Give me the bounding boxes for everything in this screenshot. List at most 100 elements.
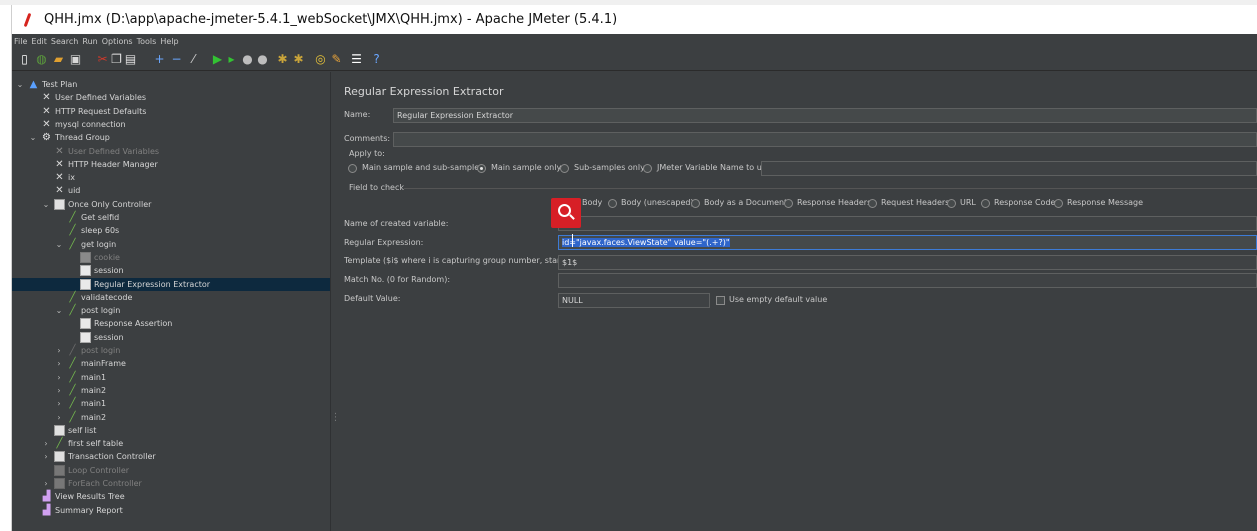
- chevron-down-icon[interactable]: ⌄: [16, 78, 24, 91]
- chevron-right-icon[interactable]: ›: [55, 384, 63, 397]
- field-to-check-option-label: Response Code: [994, 198, 1056, 207]
- field-to-check-radio[interactable]: [784, 199, 793, 208]
- field-to-check-radio[interactable]: [981, 199, 990, 208]
- tree-node[interactable]: ⌄ ╱ post login: [12, 304, 330, 317]
- new-icon[interactable]: ▯: [18, 53, 31, 66]
- tree-node[interactable]: ✕ User Defined Variables: [12, 145, 330, 158]
- tree-node[interactable]: session: [12, 264, 330, 277]
- field-to-check-radio[interactable]: [1054, 199, 1063, 208]
- chevron-down-icon[interactable]: ⌄: [55, 238, 63, 251]
- match-no-input[interactable]: [558, 273, 1257, 288]
- background-window-edge: [0, 5, 12, 531]
- stop-icon[interactable]: ●: [241, 53, 254, 66]
- tree-node[interactable]: › ╱ main1: [12, 397, 330, 410]
- tree-node[interactable]: ▟ Summary Report: [12, 504, 330, 517]
- field-to-check-radio[interactable]: [868, 199, 877, 208]
- apply-to-radio[interactable]: [560, 164, 569, 173]
- menu-file[interactable]: File: [14, 37, 27, 46]
- tree-node[interactable]: Loop Controller: [12, 464, 330, 477]
- chevron-right-icon[interactable]: ›: [55, 397, 63, 410]
- menu-run[interactable]: Run: [82, 37, 97, 46]
- apply-to-radio[interactable]: [477, 164, 486, 173]
- chevron-right-icon[interactable]: ›: [42, 477, 50, 490]
- tree-node[interactable]: Regular Expression Extractor: [12, 277, 330, 291]
- help-icon[interactable]: ?: [370, 53, 383, 66]
- tree-node[interactable]: › Transaction Controller: [12, 450, 330, 463]
- comments-input[interactable]: [393, 132, 1257, 147]
- clear-icon[interactable]: ✱: [276, 53, 289, 66]
- menu-search[interactable]: Search: [51, 37, 78, 46]
- tree-node[interactable]: ✕ User Defined Variables: [12, 91, 330, 104]
- tree-node[interactable]: ╱ validatecode: [12, 291, 330, 304]
- open-icon[interactable]: ▰: [52, 53, 65, 66]
- apply-to-radio[interactable]: [643, 164, 652, 173]
- menu-options[interactable]: Options: [102, 37, 133, 46]
- search-icon[interactable]: ◎: [314, 53, 327, 66]
- reset-search-icon[interactable]: ✎: [330, 53, 343, 66]
- tree-node[interactable]: ✕ ix: [12, 171, 330, 184]
- tree-node[interactable]: ⌄ ╱ get login: [12, 238, 330, 251]
- use-empty-default-checkbox[interactable]: [716, 296, 725, 305]
- tree-node[interactable]: ✕ HTTP Request Defaults: [12, 105, 330, 118]
- field-to-check-radio[interactable]: [691, 199, 700, 208]
- collapse-icon[interactable]: −: [170, 53, 183, 66]
- start-no-pause-icon[interactable]: ▸: [225, 53, 238, 66]
- jmeter-variable-input[interactable]: [761, 161, 1257, 176]
- cut-icon[interactable]: ✂: [96, 53, 109, 66]
- tree-node[interactable]: › ╱ post login: [12, 344, 330, 357]
- menu-tools[interactable]: Tools: [137, 37, 157, 46]
- tree-node[interactable]: › ╱ main2: [12, 411, 330, 424]
- chevron-down-icon[interactable]: ⌄: [55, 304, 63, 317]
- tree-node[interactable]: ⌄ ⚙ Thread Group: [12, 131, 330, 144]
- templates-icon[interactable]: ◍: [35, 53, 48, 66]
- copy-icon[interactable]: ❐: [110, 53, 123, 66]
- template-input[interactable]: $1$: [558, 255, 1257, 270]
- menu-edit[interactable]: Edit: [31, 37, 47, 46]
- apply-to-option-label: Main sample and sub-samples: [362, 163, 484, 172]
- tree-node[interactable]: ╱ Get selfid: [12, 211, 330, 224]
- tree-node[interactable]: Response Assertion: [12, 317, 330, 330]
- tree-node[interactable]: › ╱ mainFrame: [12, 357, 330, 370]
- default-value-input[interactable]: NULL: [558, 293, 710, 308]
- field-to-check-radio[interactable]: [947, 199, 956, 208]
- variable-name-input[interactable]: [558, 216, 1257, 231]
- tree-node[interactable]: session: [12, 331, 330, 344]
- chevron-down-icon[interactable]: ⌄: [29, 131, 37, 144]
- search-overlay-icon[interactable]: [551, 198, 581, 228]
- gear-icon: ⚙: [42, 132, 51, 144]
- chevron-right-icon[interactable]: ›: [55, 357, 63, 370]
- tree-node[interactable]: › ForEach Controller: [12, 477, 330, 490]
- name-input[interactable]: Regular Expression Extractor: [393, 108, 1257, 123]
- chevron-right-icon[interactable]: ›: [55, 371, 63, 384]
- apply-to-radio[interactable]: [348, 164, 357, 173]
- chevron-right-icon[interactable]: ›: [42, 450, 50, 463]
- tree-node[interactable]: › ╱ first self table: [12, 437, 330, 450]
- tree-node[interactable]: ✕ mysql connection: [12, 118, 330, 131]
- paste-icon[interactable]: ▤: [124, 53, 137, 66]
- tree-node-label: main1: [81, 372, 107, 382]
- tree-node[interactable]: › ╱ main1: [12, 371, 330, 384]
- start-icon[interactable]: ▶: [211, 53, 224, 66]
- clear-all-icon[interactable]: ✱: [292, 53, 305, 66]
- menu-help[interactable]: Help: [160, 37, 178, 46]
- tree-node[interactable]: ⌄ Once Only Controller: [12, 198, 330, 211]
- tree-node[interactable]: ▟ View Results Tree: [12, 490, 330, 503]
- tree-node[interactable]: ✕ uid: [12, 184, 330, 197]
- toggle-icon[interactable]: ⁄: [187, 53, 200, 66]
- expand-icon[interactable]: +: [153, 53, 166, 66]
- field-to-check-radio[interactable]: [608, 199, 617, 208]
- tree-node[interactable]: ✕ HTTP Header Manager: [12, 158, 330, 171]
- chevron-right-icon[interactable]: ›: [55, 344, 63, 357]
- save-icon[interactable]: ▣: [69, 53, 82, 66]
- regex-input[interactable]: id="javax.faces.ViewState" value="(.+?)": [558, 235, 1257, 250]
- tree-node[interactable]: cookie: [12, 251, 330, 264]
- tree-node[interactable]: › ╱ main2: [12, 384, 330, 397]
- tree-node[interactable]: ⌄ ▲ Test Plan: [12, 78, 330, 91]
- tree-node[interactable]: self list: [12, 424, 330, 437]
- tree-node[interactable]: ╱ sleep 60s: [12, 224, 330, 237]
- chevron-right-icon[interactable]: ›: [42, 437, 50, 450]
- chevron-right-icon[interactable]: ›: [55, 411, 63, 424]
- shutdown-icon[interactable]: ●: [256, 53, 269, 66]
- chevron-down-icon[interactable]: ⌄: [42, 198, 50, 211]
- function-helper-icon[interactable]: ☰: [350, 53, 363, 66]
